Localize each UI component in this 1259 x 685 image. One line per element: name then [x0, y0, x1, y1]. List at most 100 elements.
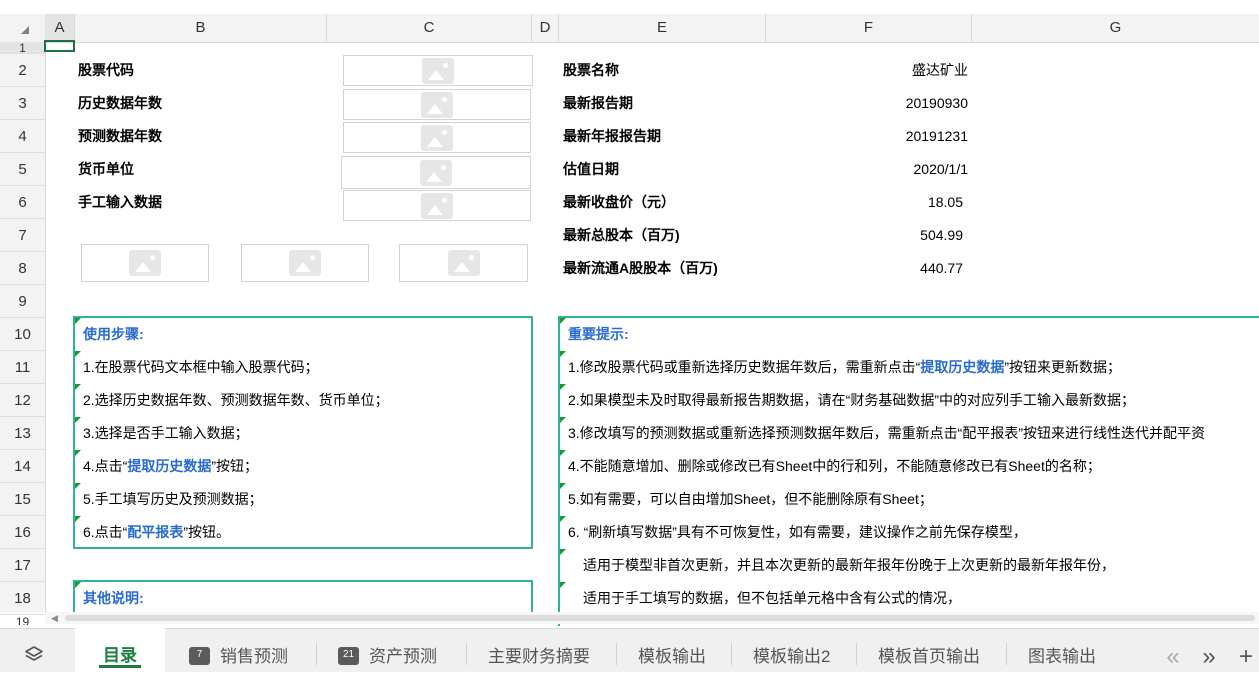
row-header[interactable]: 10	[0, 318, 45, 351]
tab-separator	[616, 643, 617, 665]
tab-sales-forecast[interactable]: 7 销售预测	[189, 629, 288, 672]
comment-marker	[560, 417, 566, 423]
label-history-years: 历史数据年数	[78, 95, 162, 111]
row-header[interactable]: 14	[0, 450, 45, 483]
step-4-prefix: 4.点击“	[83, 458, 128, 474]
tab-badge: 21	[338, 646, 359, 665]
forecast-years-dropdown[interactable]	[343, 122, 531, 153]
tab-template-output-2[interactable]: 模板输出2	[753, 629, 830, 672]
row-header[interactable]: 4	[0, 120, 45, 153]
refresh-data-button[interactable]	[399, 244, 528, 282]
step-6-suffix: ”按钮。	[183, 524, 231, 540]
row-header[interactable]: 5	[0, 153, 45, 186]
currency-unit-dropdown[interactable]	[341, 156, 531, 189]
sheet-tab-bar: 目录 7 销售预测 21 资产预测 主要财务摘要 模板输出 模板输出2 模板首页输出…	[0, 628, 1259, 672]
row-header[interactable]: 1	[0, 42, 45, 54]
step-2: 2.选择历史数据年数、预测数据年数、货币单位；	[83, 392, 389, 408]
row-header[interactable]: 6	[0, 186, 45, 219]
info-value: 20191231	[905, 128, 968, 144]
row-header[interactable]: 3	[0, 87, 45, 120]
tab-separator	[1006, 643, 1007, 665]
next-sheet-icon[interactable]: »	[1196, 629, 1222, 672]
info-label: 最新流通A股股本（百万)	[563, 260, 718, 276]
row-header[interactable]: 17	[0, 549, 45, 582]
column-header-a[interactable]: A	[45, 14, 75, 42]
history-years-dropdown[interactable]	[343, 89, 531, 120]
tab-separator	[316, 643, 317, 665]
tab-contents[interactable]: 目录	[75, 628, 165, 672]
manual-input-checkbox[interactable]	[343, 190, 531, 221]
comment-marker	[560, 483, 566, 489]
column-header-c[interactable]: C	[327, 14, 532, 42]
label-currency-unit: 货币单位	[78, 161, 134, 177]
fetch-history-button[interactable]	[81, 244, 209, 282]
comment-marker	[75, 582, 81, 588]
column-header-e[interactable]: E	[559, 14, 766, 42]
comment-marker	[560, 351, 566, 357]
tab-chart-output[interactable]: 图表输出	[1028, 629, 1096, 672]
step-4-suffix: ”按钮；	[211, 458, 259, 474]
label-stock-code: 股票代码	[78, 62, 134, 78]
row-header[interactable]: 7	[0, 219, 45, 252]
column-header-d[interactable]: D	[532, 14, 559, 42]
row-header[interactable]: 16	[0, 516, 45, 549]
comment-marker	[75, 351, 81, 357]
comment-marker	[560, 450, 566, 456]
info-value: 440.77	[920, 260, 963, 276]
column-header-b[interactable]: B	[75, 14, 327, 42]
note-1-link: 提取历史数据	[920, 359, 1005, 375]
row-header[interactable]: 8	[0, 252, 45, 285]
step-4-link: 提取历史数据	[127, 458, 212, 474]
row-header[interactable]: 18	[0, 582, 45, 615]
comment-marker	[75, 318, 81, 324]
comment-marker	[560, 318, 566, 324]
comment-marker	[75, 483, 81, 489]
row-header[interactable]: 2	[0, 54, 45, 87]
scroll-left-icon[interactable]: ◀	[51, 613, 58, 624]
row-header[interactable]: 15	[0, 483, 45, 516]
image-placeholder-icon	[421, 91, 453, 118]
comment-marker	[75, 516, 81, 522]
tab-template-output[interactable]: 模板输出	[638, 629, 706, 672]
stock-code-input[interactable]	[343, 55, 533, 86]
tab-financial-summary[interactable]: 主要财务摘要	[488, 629, 590, 672]
step-1: 1.在股票代码文本框中输入股票代码；	[83, 359, 319, 375]
row-header[interactable]: 9	[0, 285, 45, 318]
add-sheet-icon[interactable]: +	[1233, 629, 1259, 672]
row-header[interactable]: 19	[0, 615, 45, 625]
tab-label: 资产预测	[369, 647, 437, 666]
image-placeholder-icon	[422, 57, 454, 84]
steps-title: 使用步骤:	[83, 326, 144, 342]
info-label: 估值日期	[563, 161, 619, 177]
select-all-corner[interactable]	[0, 14, 45, 42]
note-1: 1.修改股票代码或重新选择历史数据年数后，需重新点击“提取历史数据”按钮来更新数…	[568, 357, 1121, 377]
column-header-f[interactable]: F	[766, 14, 972, 42]
info-label: 最新年报报告期	[563, 128, 661, 144]
layers-icon[interactable]	[18, 629, 50, 672]
tab-badge: 7	[189, 646, 210, 665]
selected-cell-a1[interactable]	[44, 40, 75, 52]
comment-marker	[560, 582, 566, 588]
row-header[interactable]: 11	[0, 351, 45, 384]
horizontal-scrollbar[interactable]: ◀	[45, 612, 1259, 624]
balance-report-button[interactable]	[241, 244, 369, 282]
row-header[interactable]: 12	[0, 384, 45, 417]
tab-asset-forecast[interactable]: 21 资产预测	[338, 629, 437, 672]
notes-title: 重要提示:	[568, 326, 629, 342]
tab-label: 销售预测	[220, 647, 288, 666]
scrollbar-thumb[interactable]	[65, 615, 1255, 621]
select-all-icon	[21, 26, 29, 34]
column-header-bar: A B C D E F G	[0, 14, 1259, 43]
prev-sheet-icon[interactable]: «	[1160, 629, 1186, 672]
comment-marker	[75, 450, 81, 456]
image-placeholder-icon	[129, 250, 161, 276]
image-placeholder-icon	[421, 124, 453, 151]
tab-template-home-output[interactable]: 模板首页输出	[878, 629, 980, 672]
row-header[interactable]: 13	[0, 417, 45, 450]
column-header-g[interactable]: G	[972, 14, 1259, 42]
step-5: 5.手工填写历史及预测数据；	[83, 491, 263, 507]
step-6-prefix: 6.点击“	[83, 524, 128, 540]
comment-marker	[75, 417, 81, 423]
info-label: 股票名称	[563, 62, 619, 78]
note-1-prefix: 1.修改股票代码或重新选择历史数据年数后，需重新点击“	[568, 359, 921, 375]
